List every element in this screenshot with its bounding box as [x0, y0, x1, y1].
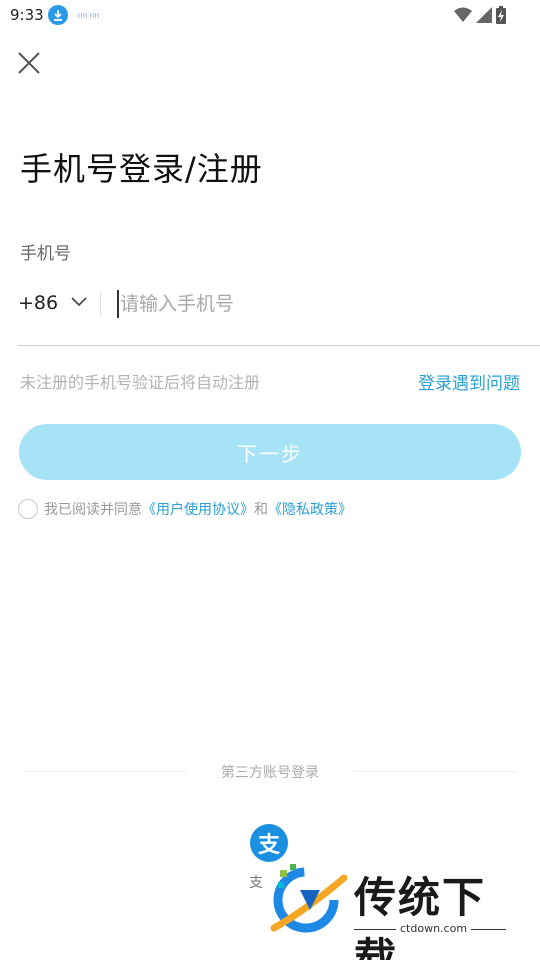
battery-icon — [496, 6, 506, 28]
phone-input-row: +86 — [18, 282, 540, 346]
privacy-policy-link[interactable]: 《隐私政策》 — [268, 499, 352, 519]
alipay-icon: 支 — [257, 833, 280, 858]
agreement-checkbox[interactable] — [18, 499, 38, 519]
login-problem-link[interactable]: 登录遇到问题 — [418, 369, 520, 394]
watermark-logo-icon — [270, 864, 348, 933]
watermark-brand: 传统下载 — [354, 873, 487, 960]
next-button[interactable]: 下一步 — [19, 424, 521, 480]
watermark: 传统下载 ctdown.com — [266, 860, 516, 960]
watermark-domain: ctdown.com — [396, 922, 472, 935]
user-agreement-link[interactable]: 《用户使用协议》 — [142, 499, 254, 519]
third-party-title: 第三方账号登录 — [221, 765, 319, 781]
divider-line — [354, 771, 516, 772]
phone-label: 手机号 — [20, 244, 71, 264]
third-party-login-divider: 第三方账号登录 — [24, 760, 516, 784]
country-code-selector[interactable]: +86 — [18, 292, 58, 314]
status-icons — [454, 6, 506, 28]
status-notification-text: (((( (((( — [78, 13, 100, 19]
auto-register-hint: 未注册的手机号验证后将自动注册 — [20, 373, 261, 392]
close-button[interactable] — [14, 48, 44, 78]
wifi-icon — [454, 7, 472, 27]
signal-icon — [476, 7, 492, 27]
divider — [100, 292, 101, 316]
alipay-login-button[interactable]: 支 — [250, 824, 288, 862]
download-icon — [48, 5, 68, 25]
agreement-prefix: 我已阅读并同意 — [44, 502, 142, 518]
close-icon — [18, 52, 40, 74]
agreement-row: 我已阅读并同意 《用户使用协议》 和 《隐私政策》 — [18, 499, 352, 519]
chevron-down-icon[interactable] — [70, 292, 88, 314]
page-title: 手机号登录/注册 — [20, 150, 263, 188]
alipay-label: 支 — [249, 875, 263, 891]
status-bar: 9:33 (((( (((( — [0, 0, 540, 32]
status-time: 9:33 — [10, 6, 44, 24]
text-caret — [117, 290, 119, 318]
phone-input[interactable] — [120, 284, 520, 324]
agreement-and: 和 — [254, 502, 268, 518]
